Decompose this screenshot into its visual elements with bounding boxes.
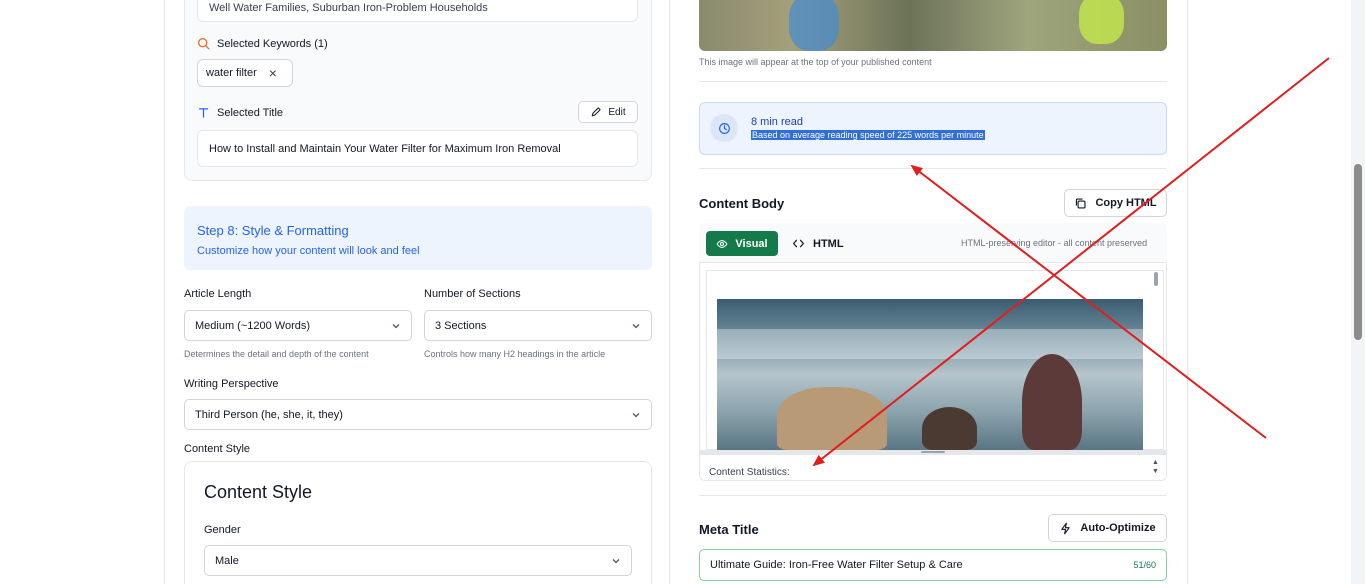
meta-title-heading: Meta Title (699, 522, 759, 537)
perspective-value: Third Person (he, she, it, they) (195, 408, 343, 421)
page-scrollbar-thumb[interactable] (1354, 164, 1362, 340)
remove-keyword-button[interactable]: × (269, 66, 277, 80)
step-header: Step 8: Style & Formatting Customize how… (184, 206, 652, 270)
tab-visual[interactable]: Visual (706, 231, 778, 256)
image-figure (777, 387, 887, 450)
copy-html-label: Copy HTML (1095, 197, 1157, 209)
code-icon (793, 239, 804, 248)
selected-title-value: How to Install and Maintain Your Water F… (197, 130, 638, 167)
gender-label: Gender (204, 524, 241, 536)
section-divider (699, 81, 1167, 82)
text-icon (198, 108, 209, 118)
gender-select[interactable]: Male (204, 545, 632, 576)
step-title: Step 8: Style & Formatting (197, 223, 349, 238)
bolt-icon (1061, 522, 1071, 534)
selected-keywords-label: Selected Keywords (1) (217, 37, 328, 50)
edit-button-label: Edit (608, 106, 626, 118)
image-figure (1022, 354, 1082, 450)
stats-spinner-icon[interactable]: ▲ ▼ (1152, 458, 1159, 476)
search-icon (197, 37, 210, 50)
pencil-icon (592, 107, 602, 117)
article-length-label: Article Length (184, 288, 252, 300)
section-divider (699, 495, 1167, 496)
section-divider (699, 168, 1167, 169)
editor-scrollbar-thumb[interactable] (1154, 272, 1158, 286)
chevron-down-icon (632, 412, 640, 417)
editor-resize-grip[interactable] (921, 451, 945, 453)
copy-icon (1076, 197, 1086, 209)
tab-html[interactable]: HTML (792, 231, 852, 256)
featured-image (699, 0, 1167, 51)
chevron-down-icon (612, 558, 620, 563)
column-divider (669, 0, 670, 584)
gender-value: Male (215, 554, 239, 567)
content-style-label: Content Style (184, 443, 251, 455)
article-length-value: Medium (~1200 Words) (195, 319, 311, 332)
content-statistics-label: Content Statistics: (709, 467, 790, 478)
meta-title-value: Ultimate Guide: Iron-Free Water Filter S… (710, 559, 963, 571)
image-figure (922, 407, 977, 450)
perspective-label: Writing Perspective (184, 378, 279, 390)
featured-image-caption: This image will appear at the top of you… (699, 57, 932, 67)
auto-optimize-button[interactable]: Auto-Optimize (1048, 514, 1167, 542)
article-length-select[interactable]: Medium (~1200 Words) (184, 310, 412, 341)
page-scrollbar[interactable] (1351, 0, 1365, 584)
selected-title-row: Selected Title (197, 106, 283, 119)
sections-hint: Controls how many H2 headings in the art… (424, 349, 606, 359)
selected-keywords-row: Selected Keywords (1) (197, 37, 328, 50)
meta-title-input[interactable]: Ultimate Guide: Iron-Free Water Filter S… (699, 549, 1167, 581)
sections-label: Number of Sections (424, 288, 521, 300)
content-style-heading: Content Style (204, 482, 313, 502)
tab-html-label: HTML (813, 237, 844, 250)
selected-title-label: Selected Title (217, 106, 284, 119)
reading-time-note: Based on average reading speed of 225 wo… (751, 130, 985, 140)
edit-title-button[interactable]: Edit (578, 101, 638, 123)
sections-value: 3 Sections (435, 319, 487, 332)
step-subtitle: Customize how your content will look and… (197, 245, 420, 257)
reading-time-box (699, 102, 1167, 155)
chevron-down-icon (392, 323, 400, 328)
content-body-heading: Content Body (699, 196, 785, 211)
article-length-hint: Determines the detail and depth of the c… (184, 349, 369, 359)
keyword-chip: water filter × (197, 59, 293, 87)
chevron-down-icon (632, 323, 640, 328)
perspective-select[interactable]: Third Person (he, she, it, they) (184, 399, 652, 430)
eye-icon (716, 239, 728, 248)
image-figure (717, 329, 1143, 359)
editor-image[interactable] (717, 299, 1143, 450)
copy-html-button[interactable]: Copy HTML (1064, 189, 1167, 217)
reading-time: 8 min read (751, 116, 803, 128)
keyword-chip-label: water filter (206, 67, 257, 79)
meta-title-count: 51/60 (1133, 560, 1156, 570)
editor-scrollbar[interactable] (1152, 270, 1160, 450)
image-figure (1079, 0, 1124, 44)
clock-icon (710, 114, 738, 142)
sections-select[interactable]: 3 Sections (424, 310, 652, 341)
auto-optimize-label: Auto-Optimize (1080, 522, 1156, 534)
tab-visual-label: Visual (735, 237, 768, 250)
editor-note: HTML-preserving editor - all content pre… (961, 238, 1148, 248)
target-audience-value: Well Water Families, Suburban Iron-Probl… (197, 0, 638, 22)
image-figure (789, 0, 839, 51)
